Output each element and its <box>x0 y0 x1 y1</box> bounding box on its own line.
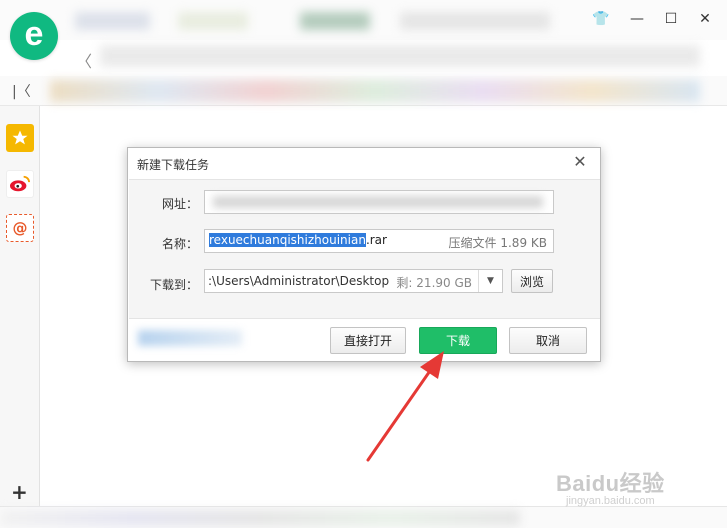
blurred-address[interactable] <box>100 45 700 67</box>
maximize-button[interactable]: ☐ <box>660 8 682 30</box>
open-directly-button[interactable]: 直接打开 <box>330 327 406 354</box>
chevron-down-icon[interactable]: ▼ <box>478 270 502 292</box>
free-space-label: 剩: <box>396 276 413 290</box>
blurred-bookmarks[interactable] <box>50 80 700 102</box>
filename-text: rexuechuanqishizhouinian.rar <box>209 233 387 247</box>
mail-at-icon[interactable]: @ <box>6 214 34 242</box>
download-button[interactable]: 下载 <box>419 327 497 354</box>
baidu-watermark: Baidu经验 jingyan.baidu.com <box>556 466 665 507</box>
free-space: 剩: 21.90 GB <box>396 274 472 291</box>
save-path-text: :\Users\Administrator\Desktop <box>208 274 390 288</box>
watermark-sub: jingyan.baidu.com <box>566 495 655 507</box>
save-path-select[interactable]: :\Users\Administrator\Desktop 剩: 21.90 G… <box>204 269 503 293</box>
filename-selected: rexuechuanqishizhouinian <box>209 233 366 247</box>
watermark-main: Baidu经验 <box>556 471 665 496</box>
new-download-dialog: 新建下载任务 ✕ 网址： 名称： rexuechuanqishizhouinia… <box>127 147 601 362</box>
add-sidebar-item-button[interactable]: + <box>11 480 28 504</box>
cancel-button[interactable]: 取消 <box>509 327 587 354</box>
url-field[interactable] <box>204 190 554 214</box>
blurred-tab[interactable] <box>300 12 370 30</box>
name-label: 名称： <box>161 237 198 251</box>
close-window-button[interactable]: ✕ <box>694 8 716 30</box>
browser-logo[interactable]: e <box>10 12 58 60</box>
blurred-footer-info <box>138 330 242 346</box>
blurred-url <box>213 196 543 208</box>
filename-field[interactable]: rexuechuanqishizhouinian.rar 压缩文件 1.89 K… <box>204 229 554 253</box>
dialog-title: 新建下载任务 <box>137 158 210 172</box>
favorites-star-icon[interactable] <box>6 124 34 152</box>
sidebar <box>0 106 40 506</box>
file-info: 压缩文件 1.89 KB <box>449 234 547 251</box>
filename-extension: .rar <box>365 233 387 247</box>
blurred-tab[interactable] <box>75 12 150 30</box>
chevron-left-icon[interactable]: 〈 <box>76 48 92 72</box>
blurred-tab[interactable] <box>400 12 550 30</box>
url-label: 网址： <box>161 197 198 211</box>
dialog-body: 网址： 名称： rexuechuanqishizhouinian.rar 压缩文… <box>129 179 600 319</box>
minimize-button[interactable]: — <box>626 8 648 30</box>
browse-button[interactable]: 浏览 <box>511 269 553 293</box>
file-type: 压缩文件 <box>448 236 497 250</box>
blurred-tab[interactable] <box>178 12 248 30</box>
logo-letter: e <box>24 15 44 53</box>
weibo-icon[interactable] <box>6 170 34 198</box>
collapse-left-icon[interactable]: |〈 <box>12 81 31 101</box>
shirt-icon[interactable]: 👕 <box>590 8 612 30</box>
blurred-status <box>0 510 520 526</box>
free-space-value: 21.90 GB <box>416 276 472 290</box>
close-icon[interactable]: ✕ <box>570 152 590 172</box>
save-to-label: 下载到： <box>149 278 198 292</box>
file-size: 1.89 KB <box>500 236 547 250</box>
